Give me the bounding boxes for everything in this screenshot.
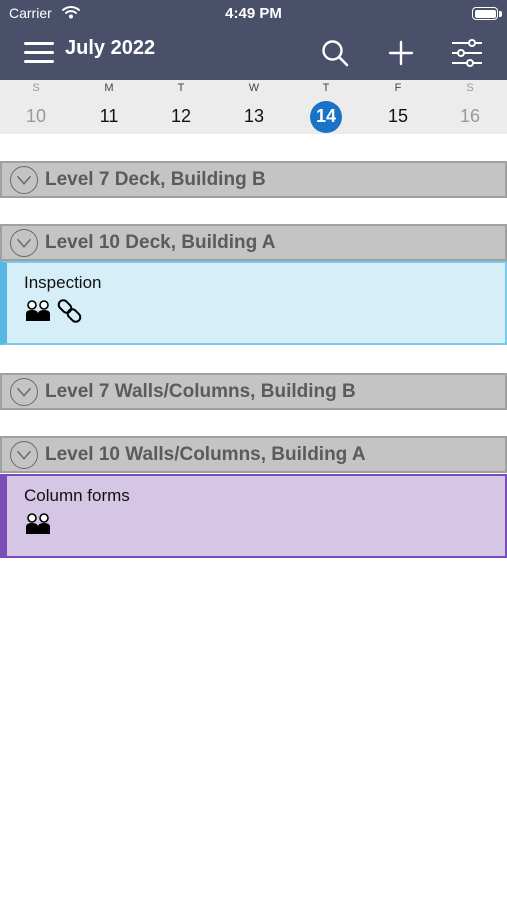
month-title[interactable]: July 2022 (65, 37, 155, 60)
battery-tip (499, 11, 502, 17)
link-icon (57, 299, 82, 323)
day-tuesday[interactable]: T 12 (145, 80, 217, 134)
chevron-down-icon[interactable] (10, 441, 38, 469)
group-header[interactable]: Level 7 Deck, Building B (0, 161, 507, 198)
day-of-week: S (466, 82, 474, 94)
day-number: 12 (170, 106, 192, 126)
status-time: 4:49 PM (225, 5, 282, 22)
day-of-week: W (248, 82, 260, 94)
group-title: Level 7 Deck, Building B (45, 169, 266, 190)
group-header[interactable]: Level 10 Deck, Building A (0, 224, 507, 261)
app-header: Carrier 4:49 PM July 2022 (0, 0, 507, 80)
day-monday[interactable]: M 11 (73, 80, 145, 134)
task-card-inspection[interactable]: Inspection (0, 261, 507, 345)
day-wednesday[interactable]: W 13 (218, 80, 290, 134)
group-header[interactable]: Level 10 Walls/Columns, Building A (0, 436, 507, 473)
task-label: Column forms (24, 486, 130, 505)
day-of-week: M (104, 82, 114, 94)
task-card-column-forms[interactable]: Column forms (0, 474, 507, 558)
people-icon (26, 513, 50, 534)
chevron-down-icon[interactable] (10, 166, 38, 194)
day-sunday[interactable]: S 10 (0, 80, 72, 134)
group-title: Level 7 Walls/Columns, Building B (45, 381, 356, 402)
status-bar: Carrier 4:49 PM (0, 0, 507, 28)
day-number: 13 (243, 106, 265, 126)
toolbar: July 2022 (0, 28, 507, 80)
group-title: Level 10 Deck, Building A (45, 232, 276, 253)
day-number: 15 (387, 106, 409, 126)
day-of-week: F (394, 82, 402, 94)
chevron-down-icon[interactable] (10, 229, 38, 257)
day-of-week: T (322, 82, 330, 94)
day-of-week: T (177, 82, 185, 94)
search-icon[interactable] (318, 36, 352, 70)
battery-icon (472, 7, 498, 20)
chevron-down-icon[interactable] (10, 378, 38, 406)
day-friday[interactable]: F 15 (362, 80, 434, 134)
filter-sliders-icon[interactable] (450, 36, 484, 70)
week-strip: S 10 M 11 T 12 W 13 T 14 F 15 S 16 (0, 80, 507, 134)
group-header[interactable]: Level 7 Walls/Columns, Building B (0, 373, 507, 410)
day-thursday-selected[interactable]: T 14 (290, 80, 362, 134)
menu-button[interactable] (24, 40, 56, 66)
task-label: Inspection (24, 273, 102, 292)
day-saturday[interactable]: S 16 (434, 80, 506, 134)
day-number: 16 (459, 106, 481, 126)
group-title: Level 10 Walls/Columns, Building A (45, 444, 366, 465)
day-number: 10 (25, 106, 47, 126)
day-of-week: S (32, 82, 40, 94)
add-icon[interactable] (384, 36, 418, 70)
day-number: 11 (99, 106, 119, 126)
people-icon (26, 300, 50, 321)
day-number: 14 (315, 106, 337, 126)
